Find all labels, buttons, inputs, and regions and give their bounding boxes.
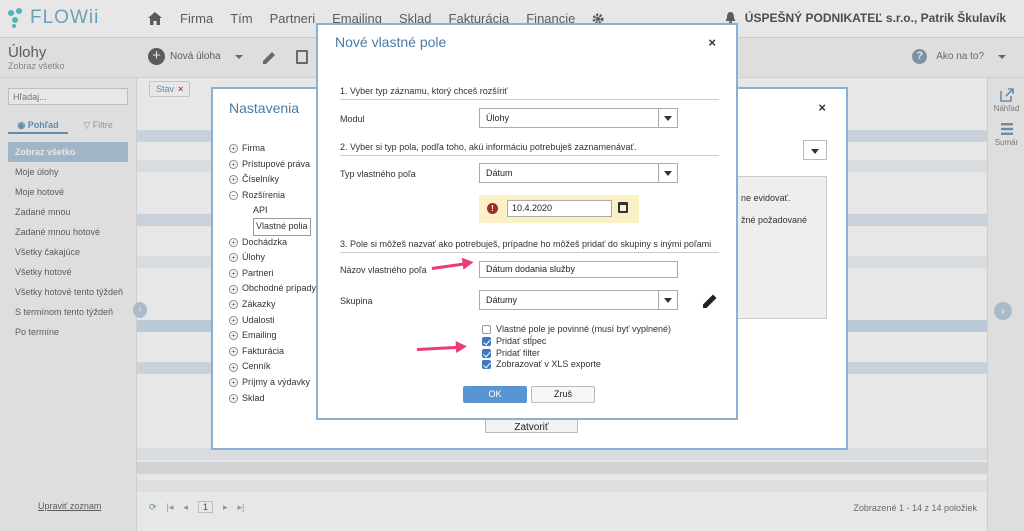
group-select[interactable]: Dátumy bbox=[479, 290, 678, 310]
tree-item-label: Sklad bbox=[242, 392, 265, 403]
chevron-down-icon bbox=[658, 109, 677, 127]
expand-icon[interactable]: + bbox=[229, 175, 238, 185]
tree-item-label: Rozšírenia bbox=[242, 189, 286, 200]
tree-item-label: Partneri bbox=[242, 267, 274, 278]
expand-icon[interactable]: + bbox=[229, 237, 238, 247]
expand-icon[interactable]: + bbox=[229, 331, 238, 341]
tree-item[interactable]: + Udalosti bbox=[229, 313, 316, 329]
tree-item[interactable]: + Obchodné prípady bbox=[229, 281, 316, 297]
tree-item[interactable]: − Rozšírenia bbox=[229, 188, 316, 204]
tree-item-label: Príjmy a výdavky bbox=[242, 376, 311, 387]
tree-item[interactable]: + Firma bbox=[229, 141, 316, 157]
new-custom-field-dialog: Nové vlastné pole × 1. Vyber typ záznamu… bbox=[316, 23, 738, 420]
type-value: Dátum bbox=[486, 168, 513, 178]
tree-item-label: Obchodné prípady bbox=[242, 283, 317, 294]
expand-icon[interactable]: + bbox=[229, 300, 238, 310]
module-label: Modul bbox=[340, 114, 365, 124]
checkbox-label: Pridať filter bbox=[496, 348, 540, 358]
expand-icon[interactable]: + bbox=[229, 159, 238, 169]
name-input[interactable]: Dátum dodania služby bbox=[479, 261, 678, 278]
pencil-icon[interactable] bbox=[702, 293, 718, 309]
warning-icon: ! bbox=[487, 203, 498, 214]
tree-item[interactable]: + Partneri bbox=[229, 266, 316, 282]
tree-item[interactable]: + Úlohy bbox=[229, 250, 316, 266]
checkbox[interactable] bbox=[482, 359, 491, 369]
info-line: žné požadované bbox=[741, 215, 808, 225]
name-label: Názov vlastného poľa bbox=[340, 265, 427, 275]
expand-icon[interactable]: + bbox=[229, 362, 238, 372]
calendar-icon[interactable] bbox=[618, 202, 628, 213]
close-icon[interactable]: × bbox=[708, 35, 716, 50]
tree-item-label: Firma bbox=[242, 143, 265, 153]
tree-item-label: Udalosti bbox=[242, 314, 275, 325]
module-value: Úlohy bbox=[486, 113, 510, 123]
checkbox-label: Vlastné pole je povinné (musí byť vyplne… bbox=[496, 324, 671, 334]
settings-dropdown[interactable] bbox=[803, 140, 827, 160]
tree-item-label: Prístupové práva bbox=[242, 158, 311, 169]
checkbox-add-column[interactable]: Pridať stĺpec bbox=[482, 336, 546, 346]
tree-item[interactable]: + Cenník bbox=[229, 359, 316, 375]
dialog-title: Nové vlastné pole bbox=[335, 34, 447, 50]
checkbox-required[interactable]: Vlastné pole je povinné (musí byť vyplne… bbox=[482, 324, 671, 334]
checkbox[interactable] bbox=[482, 348, 491, 358]
step2-heading: 2. Vyber si typ pola, podľa toho, akú in… bbox=[340, 142, 719, 156]
expand-icon[interactable]: + bbox=[229, 284, 238, 294]
expand-icon[interactable]: + bbox=[229, 144, 238, 154]
tree-item-label: Zákazky bbox=[242, 298, 276, 309]
checkbox-label: Pridať stĺpec bbox=[496, 336, 547, 346]
step1-heading: 1. Vyber typ záznamu, ktorý chceš rozšír… bbox=[340, 86, 719, 100]
group-label: Skupina bbox=[340, 296, 373, 306]
tree-item[interactable]: + Zákazky bbox=[229, 297, 316, 313]
chevron-down-icon bbox=[658, 164, 677, 182]
date-default-box: ! 10.4.2020 bbox=[479, 195, 639, 223]
module-select[interactable]: Úlohy bbox=[479, 108, 678, 128]
checkbox-add-filter[interactable]: Pridať filter bbox=[482, 348, 540, 358]
chevron-down-icon bbox=[658, 291, 677, 309]
info-line: ne evidovať. bbox=[741, 193, 791, 203]
checkbox-xls-export[interactable]: Zobrazovať v XLS exporte bbox=[482, 359, 601, 369]
close-icon[interactable]: × bbox=[818, 100, 826, 115]
tree-item-label: API bbox=[253, 205, 268, 216]
tree-item-label: Cenník bbox=[242, 361, 271, 372]
date-input[interactable]: 10.4.2020 bbox=[507, 200, 612, 217]
cancel-button[interactable]: Zruš bbox=[531, 386, 595, 403]
expand-icon[interactable]: + bbox=[229, 378, 238, 388]
tree-item[interactable]: + Sklad bbox=[229, 391, 316, 407]
tree-item[interactable]: + Číselníky bbox=[229, 172, 316, 188]
type-select[interactable]: Dátum bbox=[479, 163, 678, 183]
expand-icon[interactable]: + bbox=[229, 315, 238, 325]
group-value: Dátumy bbox=[486, 295, 518, 305]
tree-item[interactable]: Vlastné polia bbox=[229, 217, 316, 236]
tree-item-label: Emailing bbox=[242, 330, 277, 341]
ok-button[interactable]: OK bbox=[463, 386, 527, 403]
checkbox[interactable] bbox=[482, 324, 491, 334]
expand-icon[interactable]: + bbox=[229, 269, 238, 279]
step3-heading: 3. Pole si môžeš nazvať ako potrebuješ, … bbox=[340, 239, 719, 253]
tree-item-label: Fakturácia bbox=[242, 345, 285, 356]
tree-item[interactable]: + Prístupové práva bbox=[229, 157, 316, 173]
settings-tree: + Firma + Prístupové práva + Číselníky − Rozšír… bbox=[229, 141, 316, 406]
tree-item-label: Vlastné polia bbox=[253, 217, 311, 236]
tree-item-label: Úlohy bbox=[242, 252, 266, 263]
checkbox-label: Zobrazovať v XLS exporte bbox=[496, 359, 601, 369]
tree-item[interactable]: API bbox=[229, 203, 316, 219]
tree-item-label: Dochádzka bbox=[242, 236, 288, 247]
tree-item[interactable]: + Dochádzka bbox=[229, 235, 316, 251]
expand-icon[interactable]: + bbox=[229, 347, 238, 357]
collapse-icon[interactable]: − bbox=[229, 191, 238, 201]
expand-icon[interactable]: + bbox=[229, 393, 238, 403]
tree-item-label: Číselníky bbox=[242, 174, 280, 185]
tree-item[interactable]: + Príjmy a výdavky bbox=[229, 375, 316, 391]
type-label: Typ vlastného poľa bbox=[340, 169, 416, 179]
settings-title: Nastavenia bbox=[229, 100, 300, 116]
tree-item[interactable]: + Emailing bbox=[229, 328, 316, 344]
checkbox[interactable] bbox=[482, 336, 491, 346]
settings-info-box: ne evidovať. žné požadované bbox=[732, 176, 827, 319]
tree-item[interactable]: + Fakturácia bbox=[229, 344, 316, 360]
expand-icon[interactable]: + bbox=[229, 253, 238, 263]
